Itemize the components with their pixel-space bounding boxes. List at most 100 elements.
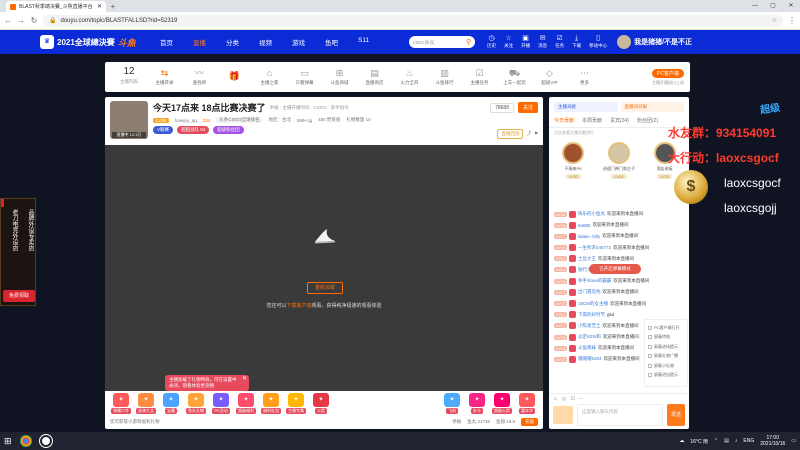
cat-item[interactable]: ⛟ 上车一起玩 [497, 68, 532, 86]
tab-fanclub[interactable]: 粉丝团(2) [637, 117, 658, 124]
cat-item[interactable]: ▥ 斗鱼排行 [427, 68, 462, 86]
report-icon[interactable]: ⚑ [534, 131, 538, 137]
cat-item[interactable]: ◇ 超级VIP [532, 68, 567, 86]
gift-icon[interactable]: ⊡ [570, 396, 574, 402]
streamer-avatar[interactable]: 直播中 12.3万 [110, 101, 148, 139]
send-button[interactable]: 发送 [667, 404, 685, 426]
browser-tab[interactable]: BLAST秋季總決賽_斗魚直播平台 ✕ [6, 1, 106, 12]
chat-username[interactable]: 杀手4love的霸霸 [578, 278, 611, 284]
checkbox[interactable] [648, 373, 652, 378]
checkbox[interactable] [648, 325, 652, 330]
back-icon[interactable]: ← [4, 16, 12, 25]
chat-message[interactable]: LV19 土豆大王 欢迎来到本直播间 [554, 254, 684, 264]
gift-item[interactable]: ✦ 火箭 [310, 392, 332, 414]
pc-client-button[interactable]: PC客户端 主播开播接口上线 [652, 68, 684, 86]
nav-yuba[interactable]: 鱼吧 [325, 37, 338, 47]
app-circle-icon[interactable] [39, 435, 52, 447]
fan-club-pill[interactable]: 超级粉丝团 [213, 126, 244, 134]
chat-message[interactable]: LV18 6a885 欢迎来到本直播间 [554, 220, 684, 230]
bookmark-star-icon[interactable]: ☆ [772, 17, 777, 24]
cat-item[interactable]: ☑ 主播任务 [462, 68, 497, 86]
site-logo[interactable]: ♛ 2021全球總決賽 斗魚 [40, 35, 150, 49]
nav-home[interactable]: 首页 [160, 37, 173, 47]
checkbox[interactable] [648, 335, 652, 340]
nav-games[interactable]: 游戏 [292, 37, 305, 47]
chat-menu-option[interactable]: 屏蔽礼物广播 [648, 352, 684, 362]
avatar[interactable] [617, 35, 632, 49]
clock[interactable]: 17:00 2021/10/16 [760, 435, 785, 447]
chat-menu-option[interactable]: 屏蔽小礼物 [648, 361, 684, 371]
gift-item[interactable]: ✦ 弹幕口令 [110, 392, 132, 414]
chat-username[interactable]: 一生所求446772 [578, 245, 611, 251]
gift-item[interactable]: ✦ PK活动 [210, 392, 232, 414]
notification-icon[interactable]: ▭ [791, 438, 796, 444]
tasks-button[interactable]: ☑ 任务 [555, 35, 564, 49]
fan-badge-avatar[interactable] [553, 406, 573, 424]
browser-menu-icon[interactable]: ⋮ [788, 16, 796, 25]
nav-live[interactable]: 直播 [193, 37, 206, 47]
cat-item[interactable]: ▭ 只看弹幕 [287, 68, 322, 86]
nav-video[interactable]: 视频 [259, 37, 272, 47]
gift-item[interactable]: ✦ 超级福利 [235, 392, 257, 414]
cat-item[interactable]: ⊞ 斗鱼商城 [322, 68, 357, 86]
minimize-button[interactable]: — [746, 0, 764, 12]
tab-today[interactable]: 今日贡献 [554, 117, 574, 124]
chat-username[interactable]: 6a885 [578, 223, 591, 228]
chat-input[interactable]: 这里输入聊天内容 [577, 404, 663, 426]
footer-report[interactable]: 举报 [452, 419, 461, 425]
windows-start-icon[interactable]: ⊞ [4, 436, 12, 447]
chat-menu-option[interactable]: 屏蔽进场提示 [648, 342, 684, 352]
language-indicator[interactable]: ENG [743, 438, 754, 444]
chat-username[interactable]: 淡定KEN和 [578, 334, 601, 340]
volume-icon[interactable]: ♪ [735, 438, 738, 444]
chat-username[interactable]: 小陈发芝士 [578, 323, 601, 329]
chat-menu-option[interactable]: PC客户端打开 [648, 323, 684, 333]
cat-item[interactable]: 🎁 [217, 71, 252, 83]
more-icon[interactable]: ⋯ [579, 396, 584, 402]
gift-item[interactable]: ✦ 宝藏 [160, 392, 182, 414]
messages-button[interactable]: ✉ 消息 [538, 35, 547, 49]
download-client-link[interactable]: 下载客户端 [286, 303, 311, 309]
ad-claim-button[interactable]: 免费领取 [3, 290, 35, 302]
checkbox[interactable] [648, 354, 652, 359]
chat-message[interactable]: LV12 18CM的女主播 欢迎来到本直播间 [554, 299, 684, 309]
charge-button[interactable]: 充值 [521, 418, 538, 426]
chat-username[interactable]: 出门遇见他 [578, 289, 601, 295]
emoji-icon[interactable]: ☺ [553, 396, 558, 402]
fan-rank-2[interactable]: 逍遥门神门和主子 LV28 [603, 142, 635, 179]
chat-username[interactable]: 快乐的小鱼丸 [578, 211, 605, 217]
rank-badge[interactable]: 头条CSGO全球排名 [216, 117, 263, 123]
forward-icon[interactable]: → [17, 16, 25, 25]
follow-list-button[interactable]: ☆ 关注 [504, 35, 513, 49]
tab-week[interactable]: 本周贡献 [582, 117, 602, 124]
chat-message[interactable]: LV15 一生所求446772 欢迎来到本直播间 [554, 243, 684, 253]
chat-message[interactable]: LV17 lalala~ billy 欢迎来到本直播间 [554, 231, 684, 241]
cat-item[interactable]: ▤ 直播商店 [357, 68, 392, 86]
left-floating-ad[interactable]: 老刀电竞外设店 品牌外设专卖店 免费领取 [0, 198, 36, 306]
url-field[interactable]: 🔒 douyu.com/topic/BLASTFALLSD?rid=52319 … [43, 14, 783, 27]
history-button[interactable]: ◷ 历史 [487, 35, 496, 49]
chat-message[interactable]: LV16 快乐的小鱼丸 欢迎来到本直播间 [554, 209, 684, 219]
gift-item[interactable]: ✦ 坐骑大全 [135, 392, 157, 414]
tab-close-icon[interactable]: ✕ [97, 3, 102, 10]
chat-message[interactable]: LV13 出门遇见他 欢迎来到本直播间 [554, 287, 684, 297]
network-icon[interactable]: ▤ [724, 438, 729, 444]
chat-message[interactable]: LV16 杀手4love的霸霸 欢迎来到本直播间 [554, 276, 684, 286]
mobile-center-button[interactable]: ▯ 移动中心 [589, 35, 607, 49]
mini-game-hint[interactable]: 您可获取小游戏福利礼物 [110, 419, 160, 425]
chat-username[interactable]: lalala~ billy [578, 234, 600, 239]
nav-s11[interactable]: S11 [358, 37, 369, 47]
gift-item[interactable]: ✦ 飞机 [441, 392, 463, 414]
chat-menu-option[interactable]: 屏蔽进出提示 [648, 371, 684, 381]
streamer-count[interactable]: 12 主播列表 [111, 67, 147, 87]
chat-username[interactable]: 帽帽帽5284 [578, 356, 602, 362]
user-menu[interactable]: 我是猪猪/不是不正 [617, 35, 692, 49]
streamer-name[interactable]: lovejoy_qq [175, 118, 197, 123]
nav-category[interactable]: 分类 [226, 37, 239, 47]
gift-item[interactable]: ✦ 福利礼包 [260, 392, 282, 414]
reload-video-button[interactable]: 重新加载 [307, 282, 343, 294]
cat-item[interactable]: ⌂ 主播之家 [252, 68, 287, 86]
chat-username[interactable]: 斗鱼萌妹 [578, 345, 596, 351]
gift-item[interactable]: ✦ 超级火箭 [491, 392, 513, 414]
video-area[interactable]: 重新加载 您还可以下载客户端观看，获得纯净极速的观看体验 主播加载了礼物特效，可… [105, 145, 543, 391]
